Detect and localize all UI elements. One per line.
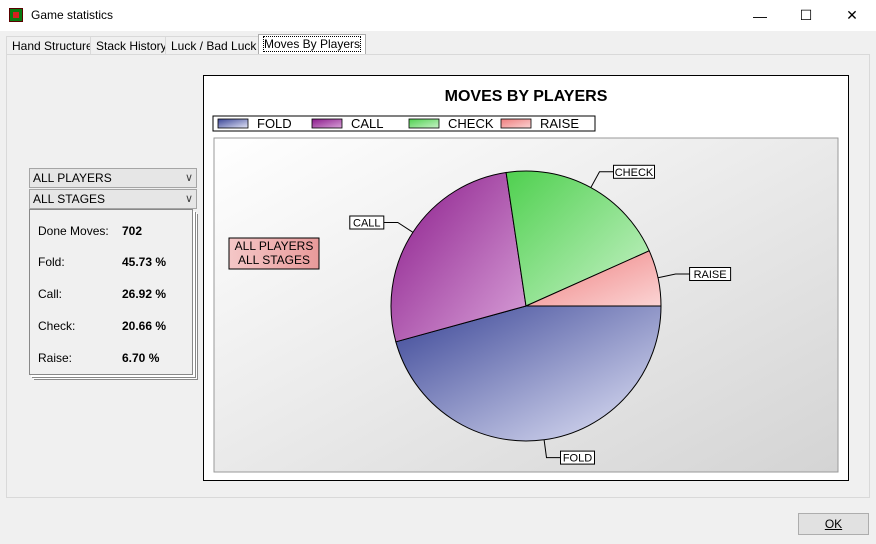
ok-button[interactable]: OK [798,513,869,535]
legend-label-fold: FOLD [257,116,292,131]
slice-label-raise: RAISE [694,269,727,281]
title-bar: Game statistics — ☐ ✕ [0,0,876,31]
tab-hand-structure[interactable]: Hand Structure [6,36,99,55]
stat-value: 6.70 % [122,351,160,365]
stat-value: 26.92 % [122,287,167,301]
player-filter-select[interactable]: ALL PLAYERS ∨ [29,168,197,188]
chevron-down-icon: ∨ [184,193,193,205]
minimize-icon[interactable]: — [737,0,783,31]
window-title: Game statistics [31,8,114,22]
stat-label: Raise: [38,351,73,365]
chevron-down-icon: ∨ [184,172,193,184]
tab-strip: Hand Structure Stack History Luck / Bad … [0,31,876,56]
legend-swatch-raise [500,118,532,129]
app-icon [9,8,23,22]
legend-swatch-fold [217,118,249,129]
slice-label-check: CHECK [615,167,654,179]
stat-value: 45.73 % [122,255,167,269]
stats-panel: Done Moves: 702 Fold: 45.73 % Call: 26.9… [29,209,193,375]
close-icon[interactable]: ✕ [829,0,875,31]
slice-label-call: CALL [353,218,381,230]
legend-label-check: CHECK [448,116,494,131]
legend-label-call: CALL [351,116,384,131]
tab-moves-by-players[interactable]: Moves By Players [258,34,367,56]
stage-filter-select[interactable]: ALL STAGES ∨ [29,189,197,209]
annotation-player: ALL PLAYERS [235,239,314,253]
chart-title: MOVES BY PLAYERS [445,88,608,105]
chart-container: MOVES BY PLAYERS FOLD CALL CHECK RAISE FOLD… [203,75,849,481]
pie-chart: MOVES BY PLAYERS FOLD CALL CHECK RAISE FOLD… [212,88,839,473]
legend-label-raise: RAISE [540,116,579,131]
legend-swatch-check [408,118,440,129]
legend-swatch-call [311,118,343,129]
stat-value: 702 [122,224,143,238]
tab-luck-bad-luck[interactable]: Luck / Bad Luck [165,36,263,55]
pie-slices [390,170,662,442]
stat-label: Done Moves: [38,224,109,238]
tab-stack-history[interactable]: Stack History [90,36,173,55]
stat-label: Call: [38,287,63,301]
stat-label: Check: [38,319,76,333]
stat-label: Fold: [38,255,65,269]
annotation-stage: ALL STAGES [238,253,310,267]
slice-label-fold: FOLD [563,453,592,465]
maximize-icon[interactable]: ☐ [783,0,829,31]
stat-value: 20.66 % [122,319,167,333]
